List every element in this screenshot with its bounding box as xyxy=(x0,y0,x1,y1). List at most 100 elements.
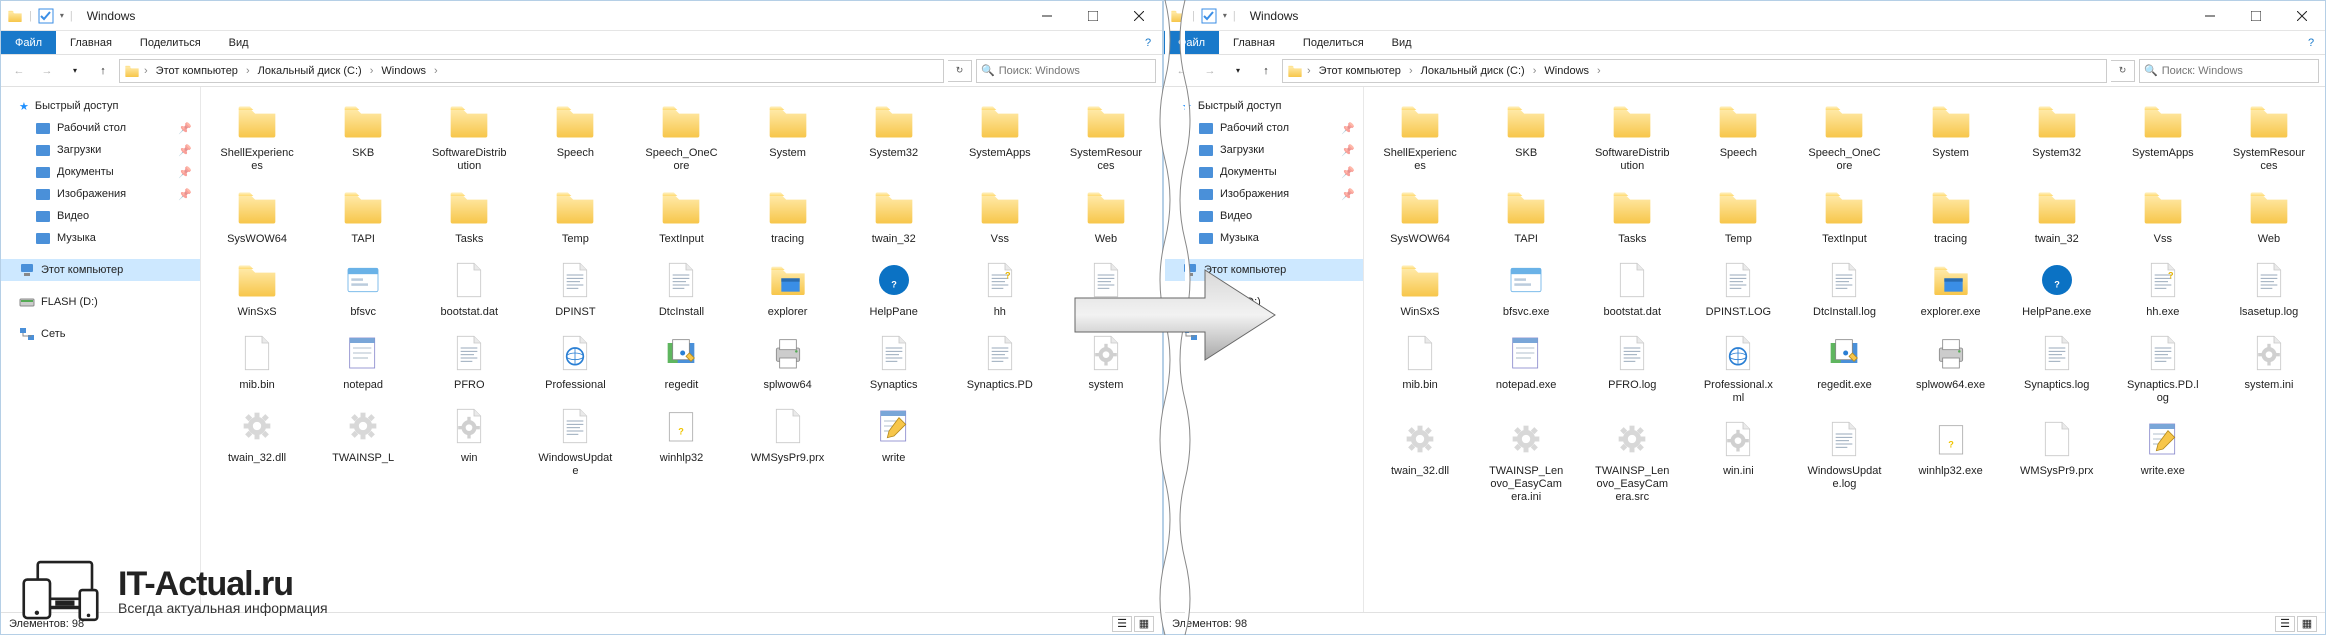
qat-dropdown-icon[interactable]: ▾ xyxy=(1223,11,1227,20)
refresh-button[interactable]: ↻ xyxy=(2111,60,2135,82)
file-item[interactable]: DPINST xyxy=(523,252,627,323)
checkbox-icon[interactable] xyxy=(1201,8,1217,24)
file-item[interactable]: Synaptics xyxy=(842,325,946,396)
file-item[interactable]: hh xyxy=(948,252,1052,323)
close-button[interactable] xyxy=(2279,1,2325,31)
search-box[interactable]: 🔍 xyxy=(2139,59,2319,83)
sidebar-quick-access[interactable]: ★Быстрый доступ xyxy=(1164,95,1363,117)
file-item[interactable]: Speech_OneCore xyxy=(1792,93,1896,177)
file-item[interactable]: HelpPane.exe xyxy=(2005,252,2109,323)
file-item[interactable]: SysWOW64 xyxy=(205,179,309,250)
file-item[interactable]: System32 xyxy=(2005,93,2109,177)
nav-back-button[interactable]: ← xyxy=(7,59,31,83)
file-item[interactable]: Synaptics.PD.log xyxy=(2111,325,2215,409)
file-item[interactable]: bootstat.dat xyxy=(417,252,521,323)
file-item[interactable]: write.exe xyxy=(2111,411,2215,508)
file-item[interactable]: bfsvc xyxy=(311,252,415,323)
search-input[interactable] xyxy=(2162,65,2314,77)
breadcrumb-folder[interactable]: Windows xyxy=(1540,65,1593,77)
chevron-right-icon[interactable]: › xyxy=(1597,65,1601,77)
file-item[interactable]: bfsvc.exe xyxy=(1474,252,1578,323)
view-icons-button[interactable]: ▦ xyxy=(2297,616,2317,632)
sidebar-item[interactable]: Музыка xyxy=(1,227,200,249)
file-item[interactable]: Web xyxy=(1054,179,1158,250)
chevron-right-icon[interactable]: › xyxy=(144,65,148,77)
file-item[interactable]: SystemApps xyxy=(2111,93,2215,177)
file-item[interactable]: Tasks xyxy=(417,179,521,250)
file-item[interactable]: Vss xyxy=(2111,179,2215,250)
nav-recent-icon[interactable]: ▾ xyxy=(1226,59,1250,83)
file-item[interactable]: Temp xyxy=(1686,179,1790,250)
file-item[interactable]: Synaptics.log xyxy=(2005,325,2109,409)
file-item[interactable]: SKB xyxy=(311,93,415,177)
file-item[interactable]: PFRO.log xyxy=(1580,325,1684,409)
file-item[interactable]: DtcInstall.log xyxy=(1792,252,1896,323)
nav-back-button[interactable]: ← xyxy=(1170,59,1194,83)
file-item[interactable]: SysWOW64 xyxy=(1368,179,1472,250)
file-item[interactable]: win xyxy=(417,398,521,482)
sidebar-network[interactable]: Сеть xyxy=(1,323,200,345)
file-item[interactable]: PFRO xyxy=(417,325,521,396)
maximize-button[interactable] xyxy=(1070,1,1116,31)
file-item[interactable]: TWAINSP_Lenovo_EasyCamera.ini xyxy=(1474,411,1578,508)
file-item[interactable]: Vss xyxy=(948,179,1052,250)
file-item[interactable]: bootstat.dat xyxy=(1580,252,1684,323)
file-item[interactable]: System xyxy=(1899,93,2003,177)
tab-home[interactable]: Главная xyxy=(56,31,126,54)
tab-share[interactable]: Поделиться xyxy=(126,31,215,54)
view-details-button[interactable]: ☰ xyxy=(1112,616,1132,632)
sidebar-item[interactable]: Документы📌 xyxy=(1164,161,1363,183)
file-item[interactable]: TAPI xyxy=(1474,179,1578,250)
file-item[interactable]: SKB xyxy=(1474,93,1578,177)
file-item[interactable]: ShellExperiences xyxy=(205,93,309,177)
breadcrumb-folder[interactable]: Windows xyxy=(377,65,430,77)
chevron-right-icon[interactable]: › xyxy=(1307,65,1311,77)
breadcrumb-bar[interactable]: › Этот компьютер › Локальный диск (C:) ›… xyxy=(119,59,944,83)
view-details-button[interactable]: ☰ xyxy=(2275,616,2295,632)
file-item[interactable]: Web xyxy=(2217,179,2321,250)
file-item[interactable]: SoftwareDistribution xyxy=(417,93,521,177)
file-item[interactable]: SoftwareDistribution xyxy=(1580,93,1684,177)
file-item[interactable]: system.ini xyxy=(2217,325,2321,409)
file-item[interactable]: notepad xyxy=(311,325,415,396)
file-item[interactable]: tracing xyxy=(736,179,840,250)
file-item[interactable]: System32 xyxy=(842,93,946,177)
file-item[interactable]: DtcInstall xyxy=(629,252,733,323)
file-item[interactable]: SystemApps xyxy=(948,93,1052,177)
sidebar-item[interactable]: Музыка xyxy=(1164,227,1363,249)
file-item[interactable]: SystemResources xyxy=(1054,93,1158,177)
file-item[interactable]: Speech_OneCore xyxy=(629,93,733,177)
file-item[interactable]: TWAINSP_Lenovo_EasyCamera.src xyxy=(1580,411,1684,508)
breadcrumb-drive[interactable]: Локальный диск (C:) xyxy=(1417,65,1529,77)
file-item[interactable]: Speech xyxy=(1686,93,1790,177)
tab-home[interactable]: Главная xyxy=(1219,31,1289,54)
chevron-right-icon[interactable]: › xyxy=(434,65,438,77)
file-item[interactable]: mib.bin xyxy=(1368,325,1472,409)
checkbox-icon[interactable] xyxy=(38,8,54,24)
file-item[interactable]: twain_32.dll xyxy=(205,398,309,482)
file-item[interactable]: DPINST.LOG xyxy=(1686,252,1790,323)
sidebar-quick-access[interactable]: ★Быстрый доступ xyxy=(1,95,200,117)
file-item[interactable]: TWAINSP_L xyxy=(311,398,415,482)
nav-up-button[interactable]: ↑ xyxy=(91,59,115,83)
maximize-button[interactable] xyxy=(2233,1,2279,31)
file-item[interactable]: twain_32.dll xyxy=(1368,411,1472,508)
file-item[interactable]: ShellExperiences xyxy=(1368,93,1472,177)
file-item[interactable]: TextInput xyxy=(629,179,733,250)
file-item[interactable]: SystemResources xyxy=(2217,93,2321,177)
file-item[interactable]: regedit.exe xyxy=(1792,325,1896,409)
tab-view[interactable]: Вид xyxy=(1378,31,1426,54)
file-item[interactable]: winhlp32.exe xyxy=(1899,411,2003,508)
file-item[interactable]: WindowsUpdate xyxy=(523,398,627,482)
view-icons-button[interactable]: ▦ xyxy=(1134,616,1154,632)
file-item[interactable]: twain_32 xyxy=(2005,179,2109,250)
file-item[interactable]: Professional xyxy=(523,325,627,396)
file-item[interactable]: twain_32 xyxy=(842,179,946,250)
file-item[interactable]: hh.exe xyxy=(2111,252,2215,323)
close-button[interactable] xyxy=(1116,1,1162,31)
sidebar-item[interactable]: Загрузки📌 xyxy=(1164,139,1363,161)
sidebar-this-pc[interactable]: Этот компьютер xyxy=(1,259,200,281)
file-item[interactable]: explorer.exe xyxy=(1899,252,2003,323)
nav-forward-button[interactable]: → xyxy=(35,59,59,83)
sidebar-item[interactable]: Загрузки📌 xyxy=(1,139,200,161)
